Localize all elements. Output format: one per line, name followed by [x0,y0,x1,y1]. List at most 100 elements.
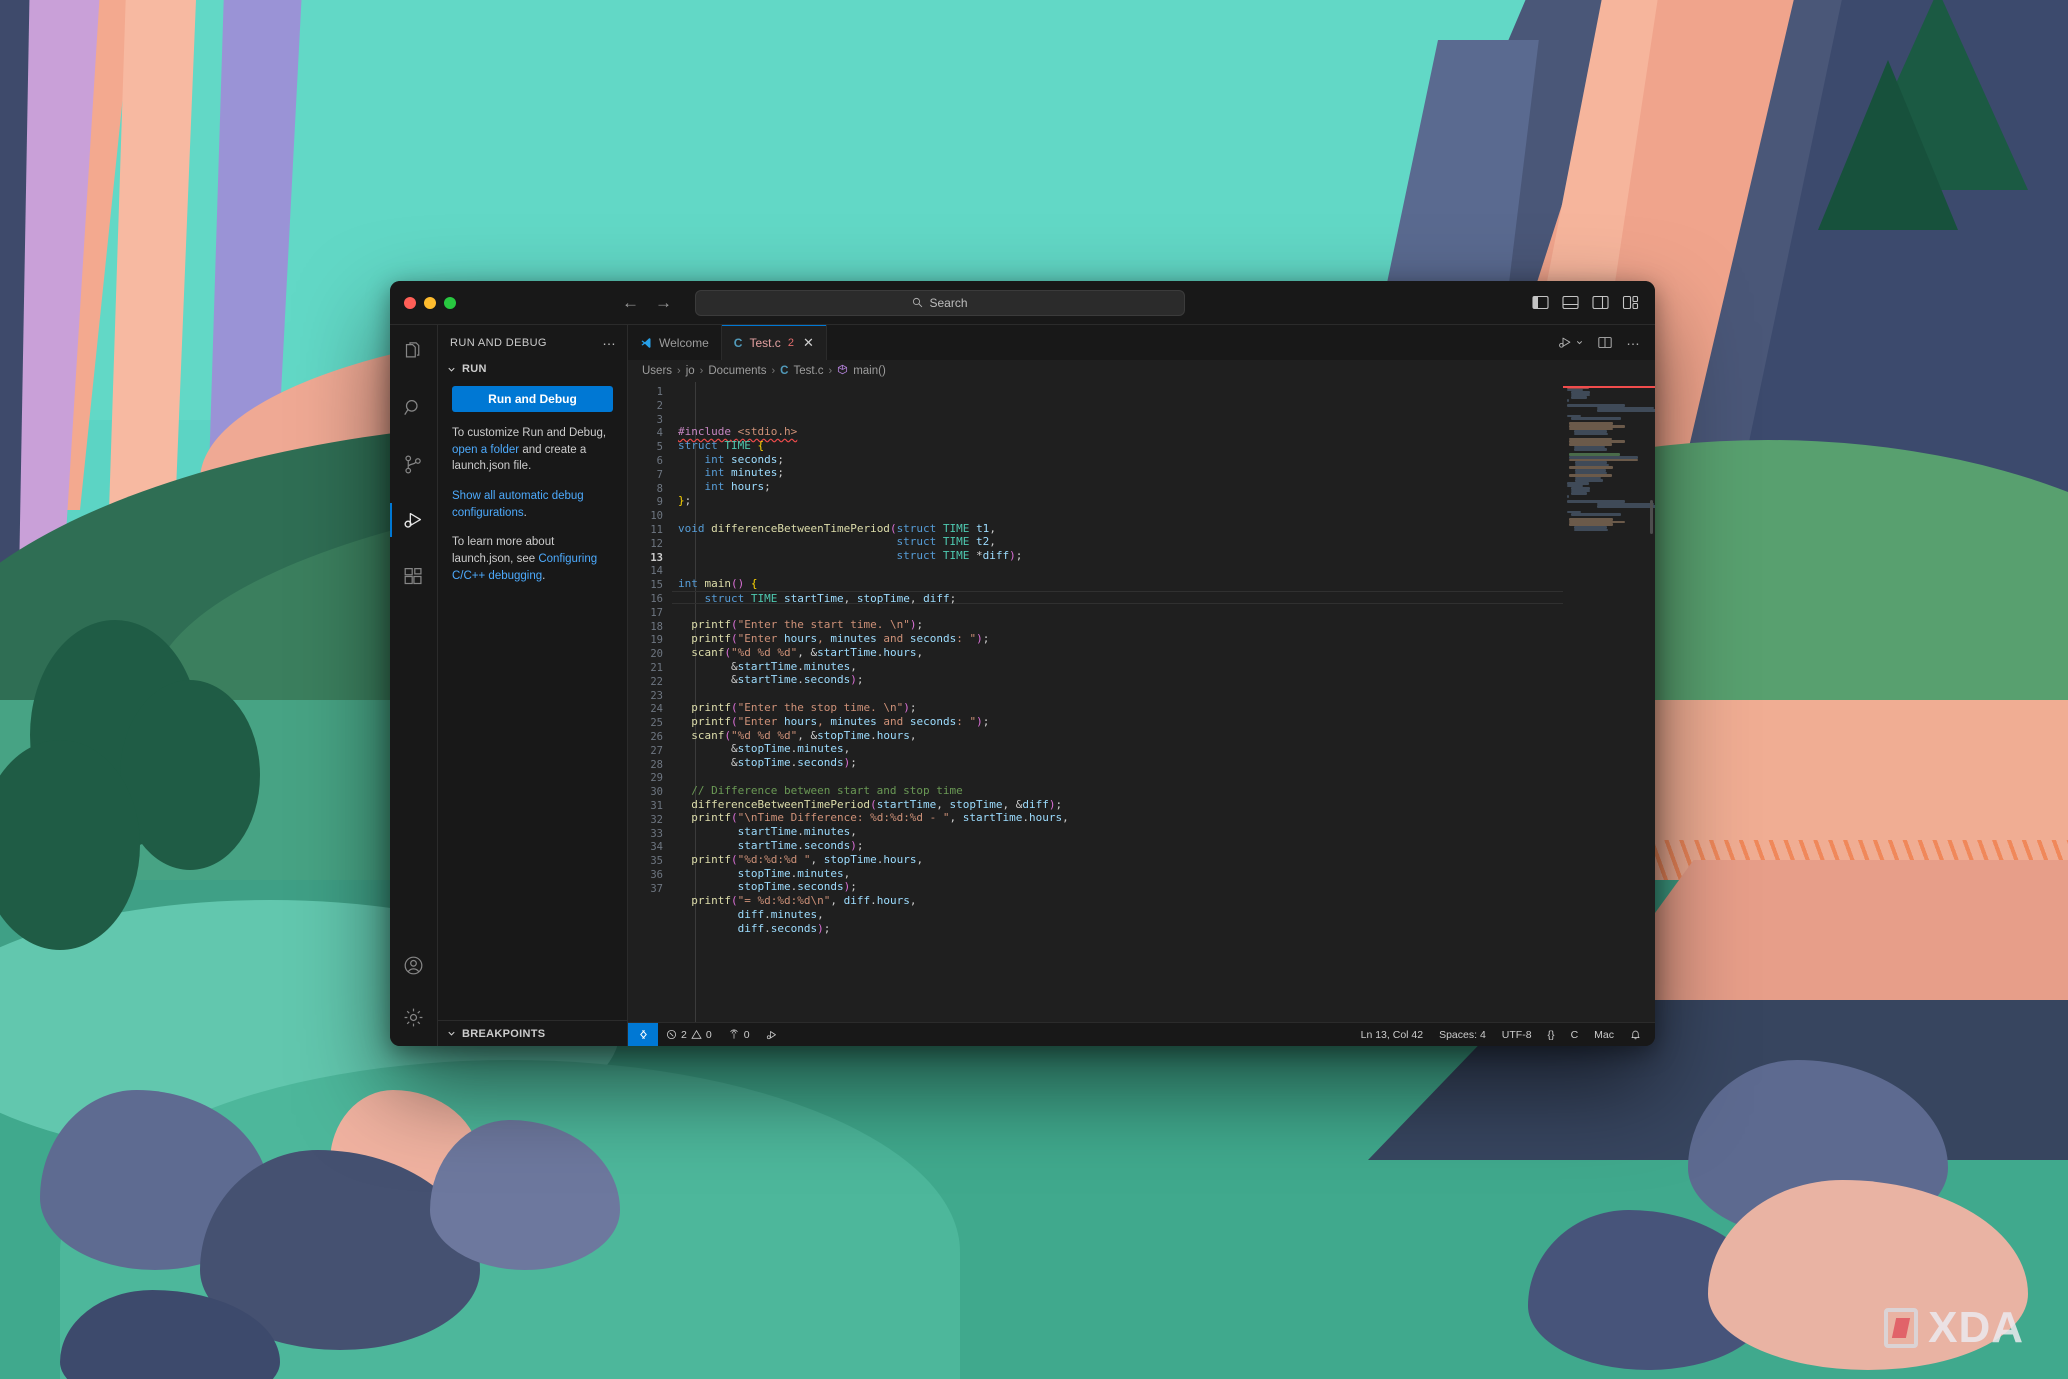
code-line[interactable] [672,770,1563,784]
sidebar-section-run[interactable]: RUN [438,360,627,378]
code-line[interactable]: diff.seconds); [672,922,1563,936]
run-or-debug-button[interactable] [1558,335,1584,350]
code-content[interactable]: #include <stdio.h> struct TIME { int seco… [672,382,1563,1022]
customize-layout-icon[interactable] [1622,295,1639,310]
close-icon[interactable]: ✕ [803,336,814,349]
code-line[interactable]: printf("= %d:%d:%d\n", diff.hours, [672,894,1563,908]
toggle-primary-sidebar-icon[interactable] [1532,295,1549,310]
code-line[interactable]: stopTime.seconds); [672,880,1563,894]
code-line[interactable]: struct TIME { [672,439,1563,453]
remote-window-button[interactable] [628,1022,658,1046]
toggle-panel-icon[interactable] [1562,295,1579,310]
sidebar-item-extensions[interactable] [399,561,429,591]
code-line[interactable]: differenceBetweenTimePeriod(startTime, s… [672,798,1563,812]
code-line[interactable]: int hours; [672,480,1563,494]
code-line[interactable]: struct TIME t2, [672,535,1563,549]
status-eol[interactable]: {} [1540,1023,1563,1047]
code-line[interactable]: }; [672,494,1563,508]
code-line[interactable] [672,563,1563,577]
automatic-configs-post: . [523,506,527,519]
editor-more-actions[interactable]: … [1626,333,1641,347]
run-and-debug-button[interactable]: Run and Debug [452,386,613,412]
search-icon [913,297,923,308]
code-line[interactable] [672,508,1563,522]
code-line[interactable]: struct TIME startTime, stopTime, diff; [672,590,1563,605]
tab-label-test-c: Test.c [749,335,781,350]
status-notifications[interactable] [1622,1023,1649,1047]
minimize-window-button[interactable] [424,296,436,309]
go-back-icon[interactable]: ← [622,294,639,311]
code-line[interactable]: &stopTime.minutes, [672,742,1563,756]
code-line[interactable] [672,687,1563,701]
code-line[interactable]: printf("Enter hours, minutes and seconds… [672,632,1563,646]
code-line[interactable]: diff.minutes, [672,908,1563,922]
code-line[interactable]: &stopTime.seconds); [672,756,1563,770]
toggle-secondary-sidebar-icon[interactable] [1592,295,1609,310]
status-editor-position[interactable]: Ln 13, Col 42 [1353,1023,1431,1047]
status-eol-mode[interactable]: Mac [1586,1023,1622,1047]
status-encoding[interactable]: UTF-8 [1494,1023,1540,1047]
code-line[interactable]: &startTime.minutes, [672,660,1563,674]
split-editor-icon[interactable] [1598,336,1612,349]
breadcrumb-item-jo[interactable]: jo [686,365,695,377]
breadcrumb-item-documents[interactable]: Documents [708,365,766,377]
sidebar-item-run-and-debug[interactable] [390,503,429,537]
go-forward-icon[interactable]: → [655,294,672,311]
sidebar-item-explorer[interactable] [399,337,429,367]
code-line[interactable]: startTime.seconds); [672,839,1563,853]
code-line[interactable]: printf("Enter hours, minutes and seconds… [672,715,1563,729]
show-all-automatic-debug-configurations-link[interactable]: Show all automatic debug configurations [452,490,584,519]
code-line[interactable]: #include <stdio.h> [672,425,1563,439]
code-line[interactable] [672,604,1563,618]
code-line[interactable]: // Difference between start and stop tim… [672,784,1563,798]
tab-test-c[interactable]: C Test.c 2 ✕ [721,325,827,360]
maximize-window-button[interactable] [444,296,456,309]
breakpoints-label: BREAKPOINTS [462,1027,546,1040]
minimap[interactable] [1563,382,1655,1022]
tab-welcome[interactable]: Welcome [628,325,722,360]
search-input[interactable]: Search [695,289,1185,316]
minimap-line [1574,432,1608,436]
code-line[interactable]: int main() { [672,577,1563,591]
code-line[interactable]: printf("Enter the stop time. \n"); [672,701,1563,715]
breadcrumb-item-main[interactable]: main() [853,365,886,377]
code-line[interactable]: printf("%d:%d:%d ", stopTime.hours, [672,853,1563,867]
code-line[interactable]: scanf("%d %d %d", &startTime.hours, [672,646,1563,660]
code-line[interactable]: struct TIME *diff); [672,549,1563,563]
minimap-scrollbar[interactable] [1650,500,1653,534]
code-line[interactable]: scanf("%d %d %d", &stopTime.hours, [672,729,1563,743]
code-editor[interactable]: 1 2 3 4 5 6 7 8 9 10 11 12 13 14 15 16 17 18 19 20 21 22 23 24 2… [628,382,1655,1022]
sidebar-section-run-label: RUN [462,363,487,375]
title-bar: ← → Search [390,281,1655,325]
sidebar-item-search[interactable] [399,393,429,423]
sidebar-section-breakpoints[interactable]: BREAKPOINTS [438,1020,627,1046]
code-line[interactable]: printf("\nTime Difference: %d:%d:%d - ",… [672,811,1563,825]
status-problems[interactable]: 2 0 [658,1023,720,1047]
close-window-button[interactable] [404,296,416,309]
code-line[interactable]: int minutes; [672,466,1563,480]
code-line[interactable]: stopTime.minutes, [672,867,1563,881]
breadcrumb-item-users[interactable]: Users [642,365,672,377]
editor-tab-bar: Welcome C Test.c 2 ✕ … [628,325,1655,360]
minimap-line [1570,417,1621,420]
status-language-mode[interactable]: C [1563,1023,1587,1047]
open-a-folder-link[interactable]: open a folder [452,444,519,456]
line-number: 37 [650,882,663,895]
code-line[interactable]: &startTime.seconds); [672,673,1563,687]
chevron-down-icon[interactable] [1575,338,1584,347]
status-ports[interactable]: 0 [720,1023,758,1047]
code-line[interactable]: startTime.minutes, [672,825,1563,839]
line-number: 13 [650,551,663,564]
status-indentation[interactable]: Spaces: 4 [1431,1023,1494,1047]
sidebar-more-actions[interactable]: … [602,333,617,347]
code-line[interactable]: void differenceBetweenTimePeriod(struct … [672,522,1563,536]
breadcrumb-item-test-c[interactable]: Test.c [793,365,823,377]
status-debug-button[interactable] [758,1023,786,1047]
manage-settings-button[interactable] [399,1002,429,1032]
code-line[interactable]: printf("Enter the start time. \n"); [672,618,1563,632]
line-number: 4 [656,427,663,440]
code-line[interactable]: int seconds; [672,453,1563,467]
sidebar-item-source-control[interactable] [399,449,429,479]
accounts-button[interactable] [399,950,429,980]
status-bar-right: Ln 13, Col 42 Spaces: 4 UTF-8 {} C Mac [1353,1023,1655,1047]
